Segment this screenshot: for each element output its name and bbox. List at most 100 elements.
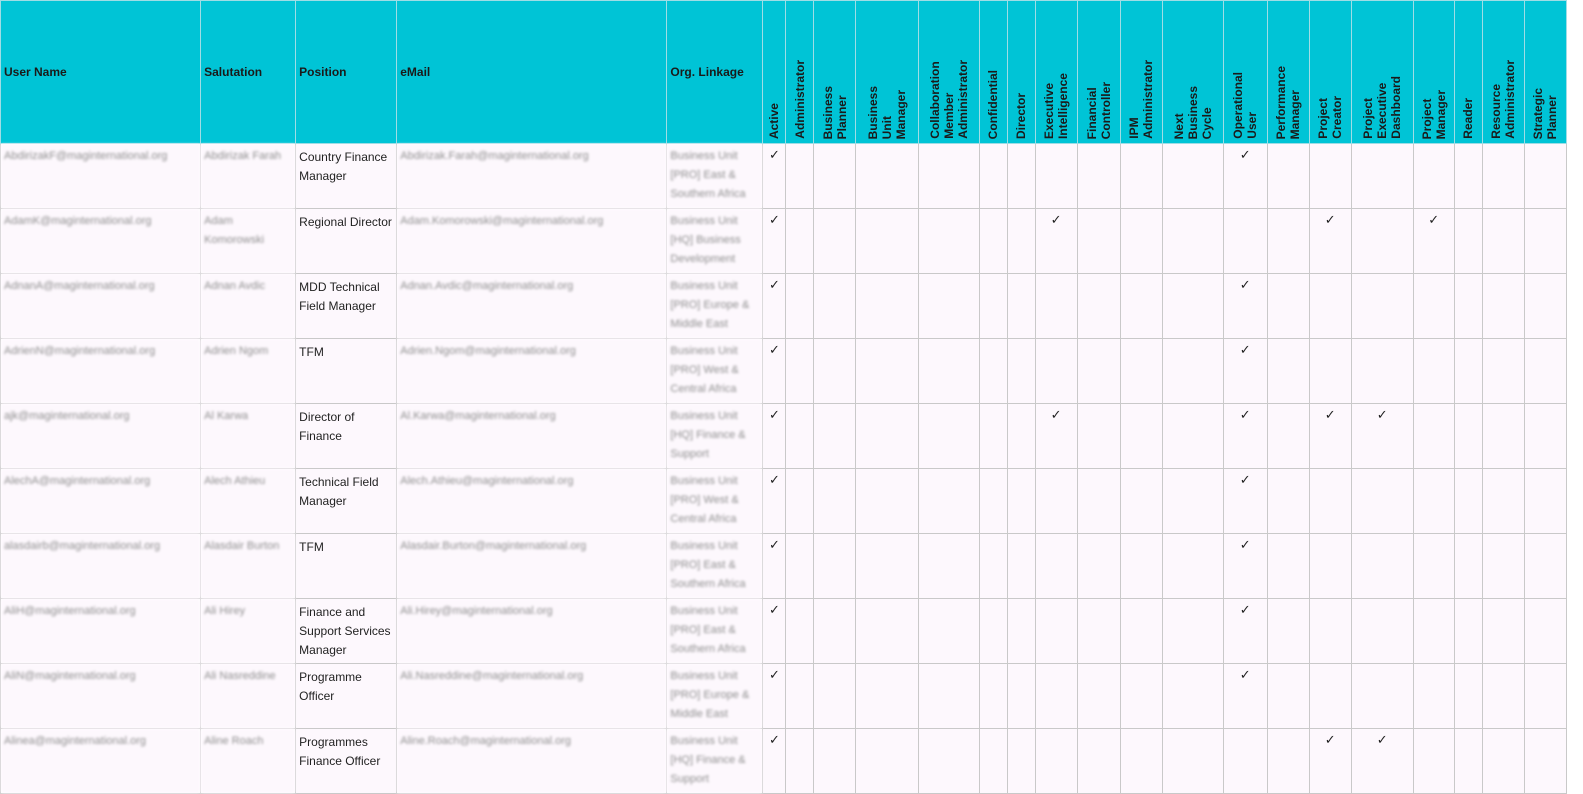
user-name-cell[interactable]: AdrienN@maginternational.org <box>0 338 202 404</box>
org-linkage-cell[interactable]: Business Unit [PRO] East & Southern Afri… <box>666 143 764 209</box>
role-check-cell[interactable] <box>1034 143 1078 209</box>
role-check-cell[interactable] <box>1266 728 1310 794</box>
role-check-cell[interactable]: ✓ <box>762 403 787 469</box>
role-check-cell[interactable] <box>1006 403 1036 469</box>
role-check-cell[interactable]: ✓ <box>1222 338 1268 404</box>
role-check-cell[interactable] <box>1161 273 1224 339</box>
role-check-cell[interactable] <box>855 338 919 404</box>
role-check-cell[interactable] <box>1034 338 1078 404</box>
role-check-cell[interactable] <box>1412 143 1455 209</box>
role-check-cell[interactable]: ✓ <box>762 728 787 794</box>
role-check-cell[interactable] <box>785 598 815 664</box>
org-linkage-cell[interactable]: Business Unit [PRO] Europe & Middle East <box>666 663 764 729</box>
role-check-cell[interactable] <box>1523 143 1568 209</box>
role-check-cell[interactable] <box>785 663 815 729</box>
position-cell[interactable]: Technical Field Manager <box>295 468 398 534</box>
role-check-cell[interactable] <box>1266 468 1310 534</box>
role-check-cell[interactable]: ✓ <box>762 143 787 209</box>
role-check-cell[interactable]: ✓ <box>1308 208 1352 274</box>
position-cell[interactable]: Programmes Finance Officer <box>295 728 398 794</box>
col-header-position[interactable]: Position <box>295 0 398 144</box>
role-check-cell[interactable]: ✓ <box>1350 403 1414 469</box>
user-name-cell[interactable]: Alinea@maginternational.org <box>0 728 202 794</box>
role-check-cell[interactable] <box>1266 663 1310 729</box>
role-check-cell[interactable]: ✓ <box>1308 728 1352 794</box>
col-header-role[interactable]: Performance Manager <box>1266 0 1310 144</box>
role-check-cell[interactable] <box>1222 208 1268 274</box>
position-cell[interactable]: Programme Officer <box>295 663 398 729</box>
table-row[interactable]: AlechA@maginternational.org Alech Athieu T… <box>0 468 1568 534</box>
role-check-cell[interactable] <box>1523 273 1568 339</box>
role-check-cell[interactable] <box>1266 533 1310 599</box>
role-check-cell[interactable] <box>1076 533 1121 599</box>
role-check-cell[interactable] <box>978 663 1008 729</box>
role-check-cell[interactable] <box>1266 338 1310 404</box>
role-check-cell[interactable] <box>1034 663 1078 729</box>
role-check-cell[interactable]: ✓ <box>1222 273 1268 339</box>
role-check-cell[interactable]: ✓ <box>1222 663 1268 729</box>
role-check-cell[interactable] <box>978 728 1008 794</box>
role-check-cell[interactable] <box>917 728 980 794</box>
role-check-cell[interactable] <box>1161 468 1224 534</box>
role-check-cell[interactable] <box>1453 208 1483 274</box>
role-check-cell[interactable]: ✓ <box>1222 468 1268 534</box>
col-header-salutation[interactable]: Salutation <box>200 0 297 144</box>
role-check-cell[interactable] <box>785 273 815 339</box>
role-check-cell[interactable] <box>785 728 815 794</box>
role-check-cell[interactable] <box>1006 728 1036 794</box>
col-header-role[interactable]: Strategic Planner <box>1523 0 1568 144</box>
role-check-cell[interactable] <box>917 533 980 599</box>
role-check-cell[interactable] <box>1481 468 1525 534</box>
email-cell[interactable]: Adnan.Avdic@maginternational.org <box>396 273 668 339</box>
role-check-cell[interactable] <box>855 468 919 534</box>
role-check-cell[interactable] <box>1308 273 1352 339</box>
col-header-role[interactable]: Financial Controller <box>1076 0 1121 144</box>
role-check-cell[interactable]: ✓ <box>1034 208 1078 274</box>
role-check-cell[interactable] <box>1481 338 1525 404</box>
role-check-cell[interactable] <box>1266 273 1310 339</box>
role-check-cell[interactable]: ✓ <box>762 663 787 729</box>
col-header-role[interactable]: Reader <box>1453 0 1483 144</box>
org-linkage-cell[interactable]: Business Unit [HQ] Business Development <box>666 208 764 274</box>
role-check-cell[interactable] <box>1161 533 1224 599</box>
role-check-cell[interactable] <box>785 143 815 209</box>
role-check-cell[interactable] <box>1076 728 1121 794</box>
role-check-cell[interactable] <box>1481 143 1525 209</box>
user-name-cell[interactable]: AdnanA@maginternational.org <box>0 273 202 339</box>
position-cell[interactable]: Director of Finance <box>295 403 398 469</box>
role-check-cell[interactable] <box>785 403 815 469</box>
role-check-cell[interactable]: ✓ <box>762 208 787 274</box>
role-check-cell[interactable] <box>917 403 980 469</box>
email-cell[interactable]: Adam.Komorowski@maginternational.org <box>396 208 668 274</box>
role-check-cell[interactable] <box>855 728 919 794</box>
role-check-cell[interactable] <box>1350 533 1414 599</box>
position-cell[interactable]: TFM <box>295 533 398 599</box>
table-row[interactable]: AdamK@maginternational.org Adam Komorowsk… <box>0 208 1568 274</box>
role-check-cell[interactable] <box>1034 273 1078 339</box>
user-name-cell[interactable]: AliH@maginternational.org <box>0 598 202 664</box>
role-check-cell[interactable] <box>1350 143 1414 209</box>
role-check-cell[interactable] <box>1119 208 1163 274</box>
col-header-role[interactable]: Project Manager <box>1412 0 1455 144</box>
role-check-cell[interactable] <box>1350 338 1414 404</box>
role-check-cell[interactable] <box>1161 728 1224 794</box>
salutation-cell[interactable]: Aline Roach <box>200 728 297 794</box>
role-check-cell[interactable] <box>1119 598 1163 664</box>
col-header-role[interactable]: Project Creator <box>1308 0 1352 144</box>
role-check-cell[interactable] <box>785 533 815 599</box>
role-check-cell[interactable] <box>1034 468 1078 534</box>
role-check-cell[interactable] <box>1453 143 1483 209</box>
role-check-cell[interactable] <box>855 533 919 599</box>
col-header-org-linkage[interactable]: Org. Linkage <box>666 0 764 144</box>
role-check-cell[interactable] <box>813 273 857 339</box>
role-check-cell[interactable] <box>1076 143 1121 209</box>
role-check-cell[interactable] <box>1350 208 1414 274</box>
role-check-cell[interactable] <box>1453 273 1483 339</box>
role-check-cell[interactable] <box>1161 338 1224 404</box>
position-cell[interactable]: TFM <box>295 338 398 404</box>
user-name-cell[interactable]: alasdairb@maginternational.org <box>0 533 202 599</box>
role-check-cell[interactable] <box>1119 403 1163 469</box>
role-check-cell[interactable] <box>1453 338 1483 404</box>
role-check-cell[interactable] <box>1412 273 1455 339</box>
role-check-cell[interactable] <box>813 403 857 469</box>
